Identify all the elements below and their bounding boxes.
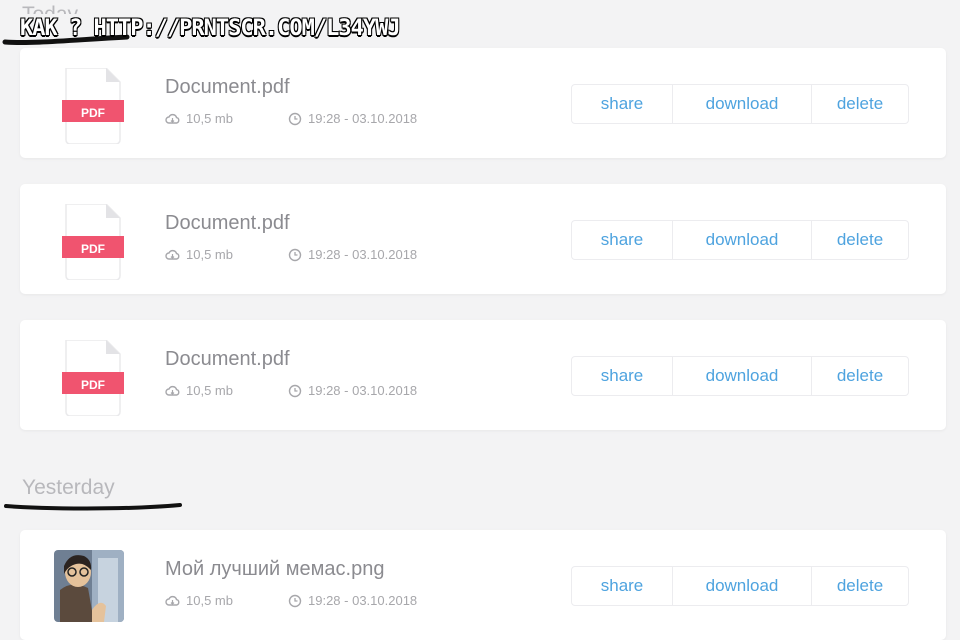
underline-scribble [4, 503, 182, 511]
pdf-file-icon: PDF [62, 204, 124, 280]
section-title-today: Today [22, 0, 78, 14]
pdf-file-icon: PDF [62, 68, 124, 144]
file-type-badge: PDF [81, 106, 105, 120]
file-size-value: 10,5 mb [186, 111, 233, 126]
file-timestamp-value: 19:28 - 03.10.2018 [308, 247, 418, 262]
file-type-badge: PDF [81, 378, 105, 392]
file-timestamp: 19:28 - 03.10.2018 [288, 593, 417, 608]
file-timestamp: 19:28 - 03.10.2018 [288, 247, 417, 262]
file-card: Мой лучший мемас.png 10,5 mb 19:28 - 03.… [20, 530, 946, 640]
file-card: PDF Document.pdf 10,5 mb 19:28 - 03.10.2… [20, 320, 946, 430]
file-type-badge: PDF [81, 242, 105, 256]
download-button[interactable]: download [673, 221, 812, 259]
file-size: 10,5 mb [165, 247, 233, 262]
file-card: PDF Document.pdf 10,5 mb 19:28 - 03.10.2… [20, 184, 946, 294]
file-actions: share download delete [571, 84, 909, 124]
file-timestamp: 19:28 - 03.10.2018 [288, 383, 417, 398]
file-size-value: 10,5 mb [186, 247, 233, 262]
meme-caption: КАК ? HTTP://PRNTSCR.COM/L34YWJ [19, 15, 401, 41]
clock-icon [288, 594, 302, 607]
clock-icon [288, 248, 302, 261]
file-name[interactable]: Document.pdf [165, 76, 290, 99]
file-name[interactable]: Document.pdf [165, 348, 290, 371]
file-name[interactable]: Мой лучший мемас.png [165, 558, 384, 581]
delete-button[interactable]: delete [812, 221, 908, 259]
share-button[interactable]: share [572, 357, 673, 395]
file-size: 10,5 mb [165, 111, 233, 126]
share-button[interactable]: share [572, 85, 673, 123]
image-thumbnail [54, 550, 124, 622]
download-button[interactable]: download [673, 85, 812, 123]
file-timestamp-value: 19:28 - 03.10.2018 [308, 111, 418, 126]
file-size-value: 10,5 mb [186, 593, 233, 608]
file-timestamp-value: 19:28 - 03.10.2018 [308, 383, 418, 398]
clock-icon [288, 384, 302, 397]
file-card: PDF Document.pdf 10,5 mb 19:28 - 03.10.2… [20, 48, 946, 158]
delete-button[interactable]: delete [812, 85, 908, 123]
file-timestamp-value: 19:28 - 03.10.2018 [308, 593, 418, 608]
cloud-icon [165, 385, 180, 396]
download-button[interactable]: download [673, 567, 812, 605]
pdf-file-icon: PDF [62, 340, 124, 416]
cloud-icon [165, 249, 180, 260]
share-button[interactable]: share [572, 221, 673, 259]
delete-button[interactable]: delete [812, 567, 908, 605]
section-title-yesterday: Yesterday [22, 476, 115, 499]
file-actions: share download delete [571, 566, 909, 606]
cloud-icon [165, 113, 180, 124]
download-button[interactable]: download [673, 357, 812, 395]
delete-button[interactable]: delete [812, 357, 908, 395]
file-timestamp: 19:28 - 03.10.2018 [288, 111, 417, 126]
file-size: 10,5 mb [165, 383, 233, 398]
file-name[interactable]: Document.pdf [165, 212, 290, 235]
file-size: 10,5 mb [165, 593, 233, 608]
cloud-icon [165, 595, 180, 606]
file-size-value: 10,5 mb [186, 383, 233, 398]
file-actions: share download delete [571, 356, 909, 396]
clock-icon [288, 112, 302, 125]
share-button[interactable]: share [572, 567, 673, 605]
file-actions: share download delete [571, 220, 909, 260]
